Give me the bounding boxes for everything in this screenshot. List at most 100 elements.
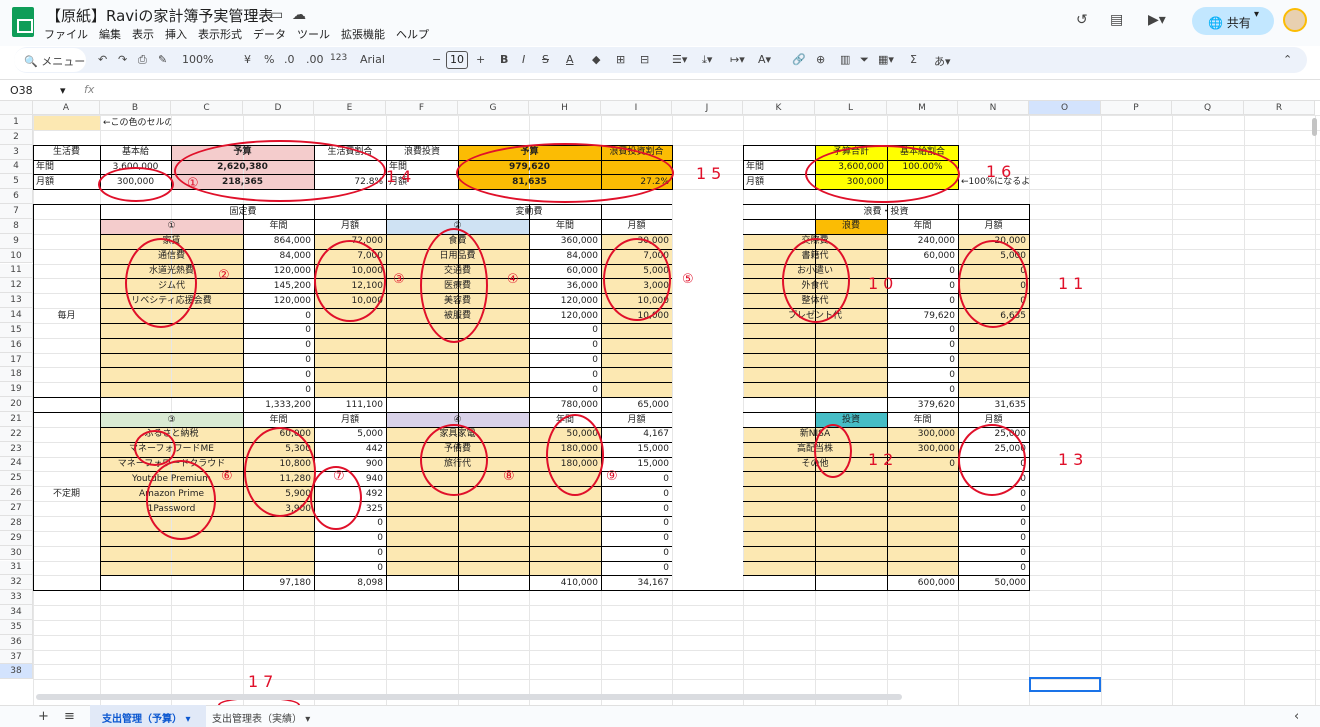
row-header-36[interactable]: 36	[0, 634, 33, 650]
item-annual[interactable]: 240,000	[887, 234, 958, 248]
cell-G5[interactable]: 81,635	[458, 175, 601, 189]
row-header-30[interactable]: 30	[0, 545, 33, 561]
item-monthly[interactable]: 7,000	[601, 249, 672, 263]
select-all-corner[interactable]	[0, 101, 33, 115]
item-annual[interactable]: 60,000	[887, 249, 958, 263]
horizontal-scrollbar[interactable]	[36, 694, 902, 700]
cell-F3[interactable]: 浪費投資	[386, 145, 458, 159]
item-monthly[interactable]: 0	[958, 294, 1029, 308]
item-annual[interactable]: 0	[529, 323, 601, 337]
sheet-tab-menu-icon[interactable]: ▾	[305, 714, 310, 725]
row-header-32[interactable]: 32	[0, 575, 33, 591]
row-header-12[interactable]: 12	[0, 278, 33, 294]
undo-icon[interactable]: ↶	[98, 53, 107, 66]
item-monthly[interactable]: 442	[314, 442, 386, 456]
cell-L8[interactable]: 浪費	[815, 219, 887, 233]
item-monthly[interactable]: 0	[958, 502, 1029, 516]
cell-A5[interactable]: 月額	[33, 175, 100, 189]
item-monthly[interactable]: 5,000	[958, 249, 1029, 263]
item-annual[interactable]: 50,000	[529, 427, 601, 441]
item-annual[interactable]: 0	[529, 353, 601, 367]
move-folder-icon[interactable]: ▭	[270, 7, 283, 23]
cell-G4[interactable]: 979,620	[458, 160, 601, 174]
print-icon[interactable]: ⎙	[138, 53, 147, 67]
item-annual[interactable]: 0	[243, 353, 314, 367]
share-dropdown-icon[interactable]: ▾	[1254, 9, 1259, 20]
item-monthly[interactable]: 0	[958, 279, 1029, 293]
row-header-10[interactable]: 10	[0, 248, 33, 264]
vertical-scrollbar[interactable]	[1312, 118, 1317, 136]
menu-tools[interactable]: ツール	[297, 28, 330, 41]
item-annual[interactable]: 0	[243, 338, 314, 352]
cell-E20[interactable]: 111,100	[314, 398, 386, 412]
item-monthly[interactable]: 25,000	[958, 442, 1029, 456]
item-monthly[interactable]: 0	[958, 472, 1029, 486]
cell-M32[interactable]: 600,000	[887, 576, 958, 590]
item-monthly[interactable]: 15,000	[601, 442, 672, 456]
menu-edit[interactable]: 編集	[99, 28, 121, 41]
column-header-O[interactable]: O	[1029, 101, 1101, 115]
item-monthly[interactable]: 0	[601, 531, 672, 545]
item-annual[interactable]: 0	[243, 323, 314, 337]
font-size-plus-icon[interactable]: +	[476, 53, 485, 66]
cell-I32[interactable]: 34,167	[601, 576, 672, 590]
column-header-N[interactable]: N	[958, 101, 1029, 115]
cell-M8[interactable]: 年間	[887, 219, 958, 233]
increase-decimal-button[interactable]: .00	[306, 53, 324, 66]
item-label[interactable]: Amazon Prime	[100, 487, 243, 501]
item-monthly[interactable]: 5,000	[601, 264, 672, 278]
cell-L3[interactable]: 予算合計	[815, 145, 887, 159]
italic-button[interactable]: I	[522, 53, 525, 66]
column-header-Q[interactable]: Q	[1172, 101, 1244, 115]
item-monthly[interactable]: 0	[314, 561, 386, 575]
cell-E8[interactable]: 月額	[314, 219, 386, 233]
row-header-3[interactable]: 3	[0, 144, 33, 160]
column-header-J[interactable]: J	[672, 101, 743, 115]
redo-icon[interactable]: ↷	[118, 53, 127, 66]
input-tools-icon[interactable]: あ▾	[934, 53, 951, 69]
cloud-status-icon[interactable]: ☁	[292, 7, 306, 23]
item-monthly[interactable]: 940	[314, 472, 386, 486]
sheets-logo-icon[interactable]	[12, 7, 34, 37]
item-monthly[interactable]: 900	[314, 457, 386, 471]
item-label[interactable]: 1Password	[100, 502, 243, 516]
cell-E5[interactable]: 72.8%	[314, 175, 386, 189]
item-monthly[interactable]: 0	[601, 516, 672, 530]
menu-search-input[interactable]: 🔍 メニュー	[14, 48, 86, 72]
item-annual[interactable]: 0	[529, 368, 601, 382]
item-annual[interactable]: 10,800	[243, 457, 314, 471]
item-annual[interactable]: 5,900	[243, 487, 314, 501]
row-header-28[interactable]: 28	[0, 515, 33, 531]
column-header-B[interactable]: B	[100, 101, 171, 115]
row-header-2[interactable]: 2	[0, 129, 33, 145]
item-annual[interactable]: 0	[887, 368, 958, 382]
column-header-P[interactable]: P	[1101, 101, 1172, 115]
column-header-E[interactable]: E	[314, 101, 386, 115]
column-header-L[interactable]: L	[815, 101, 887, 115]
item-monthly[interactable]: 72,000	[314, 234, 386, 248]
column-header-G[interactable]: G	[458, 101, 529, 115]
meet-icon[interactable]: ▶▾	[1148, 12, 1166, 28]
column-header-M[interactable]: M	[887, 101, 958, 115]
row-header-17[interactable]: 17	[0, 352, 33, 368]
item-annual[interactable]: 5,300	[243, 442, 314, 456]
cell-N32[interactable]: 50,000	[958, 576, 1029, 590]
row-header-20[interactable]: 20	[0, 397, 33, 412]
item-annual[interactable]: 0	[529, 383, 601, 397]
item-annual[interactable]: 120,000	[529, 294, 601, 308]
cell-E21[interactable]: 月額	[314, 413, 386, 427]
row-header-13[interactable]: 13	[0, 293, 33, 309]
item-monthly[interactable]: 0	[601, 502, 672, 516]
item-monthly[interactable]: 0	[958, 516, 1029, 530]
item-label[interactable]: ふるさと納税	[100, 427, 243, 441]
row-header-26[interactable]: 26	[0, 486, 33, 502]
item-monthly[interactable]: 25,000	[958, 427, 1029, 441]
cell-D32[interactable]: 97,180	[243, 576, 314, 590]
font-size-minus-icon[interactable]: −	[432, 53, 441, 66]
item-annual[interactable]: 79,620	[887, 309, 958, 323]
row-header-29[interactable]: 29	[0, 530, 33, 546]
item-annual[interactable]: 11,280	[243, 472, 314, 486]
menu-data[interactable]: データ	[253, 28, 286, 41]
share-button[interactable]: 🌐 共有	[1192, 7, 1274, 35]
currency-button[interactable]: ¥	[244, 53, 251, 66]
